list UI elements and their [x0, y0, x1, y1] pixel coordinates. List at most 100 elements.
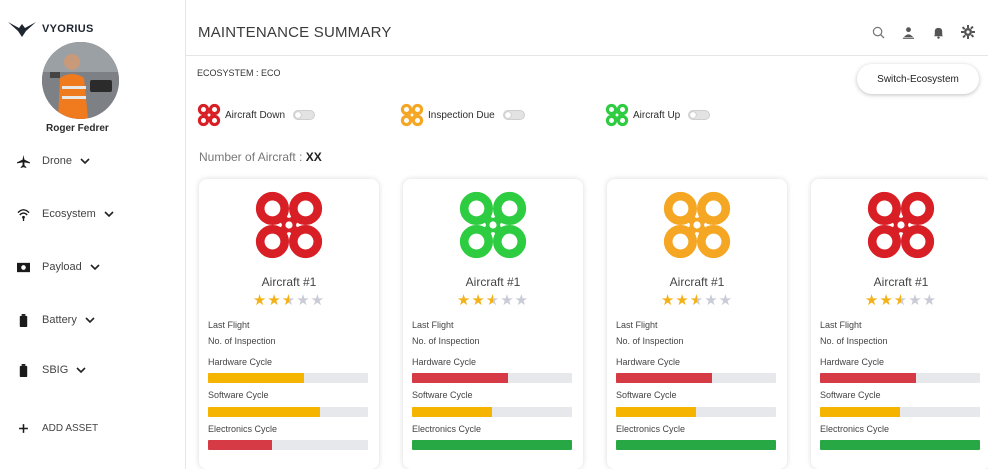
cycle-label: Hardware Cycle — [412, 357, 477, 367]
star-icon: ★ — [456, 292, 472, 309]
star-icon: ★ — [879, 292, 894, 309]
user-name: Roger Fedrer — [46, 123, 109, 134]
plus-icon — [16, 421, 30, 435]
sidebar-item-sbig[interactable]: SBIG — [16, 362, 86, 378]
star-icon: ★ — [310, 292, 326, 309]
sidebar-item-drone[interactable]: Drone — [16, 153, 90, 169]
cycle-progress-fill — [820, 440, 980, 450]
sidebar: VYORIUS Roger Fedrer Drone Ecosystem Pay… — [0, 0, 186, 469]
sidebar-item-label: ADD ASSET — [42, 422, 99, 434]
legend-label: Aircraft Up — [633, 109, 681, 121]
star-icon: ★ — [296, 292, 311, 309]
legend-aircraft-up: Aircraft Up — [605, 103, 711, 127]
sidebar-item-add-asset[interactable]: ADD ASSET — [16, 420, 98, 436]
cycle-progress-bar — [820, 440, 980, 450]
ecosystem-label: ECOSYSTEM : ECO — [197, 68, 281, 78]
cycle-progress-bar — [616, 373, 776, 383]
sidebar-item-label: Battery — [42, 314, 77, 326]
cycle-progress-bar — [412, 407, 572, 417]
star-rating: ★★★★★ — [403, 291, 583, 309]
cycle-label: Software Cycle — [412, 390, 473, 400]
aircraft-down-toggle[interactable] — [293, 110, 316, 120]
cycle-progress-fill — [616, 440, 776, 450]
cycle-label: Electronics Cycle — [820, 424, 890, 434]
star-rating: ★★★★★ — [199, 291, 379, 309]
last-flight-label: Last Flight — [616, 320, 658, 330]
chevron-down-icon — [80, 158, 90, 165]
aircraft-card[interactable]: Aircraft #1 ★★★★★ Last Flight No. of Inspec… — [403, 179, 583, 469]
cycle-progress-fill — [820, 407, 900, 417]
cycle-label: Electronics Cycle — [412, 424, 482, 434]
star-rating: ★★★★★ — [811, 291, 988, 309]
sidebar-item-battery[interactable]: Battery — [16, 312, 95, 328]
aircraft-title: Aircraft #1 — [873, 275, 929, 289]
user-icon[interactable] — [900, 24, 916, 40]
inspection-count-label: No. of Inspection — [412, 336, 480, 346]
star-icon: ★ — [660, 292, 676, 309]
star-icon: ★ — [704, 292, 719, 309]
cycle-label: Hardware Cycle — [616, 357, 681, 367]
cycle-progress-bar — [616, 407, 776, 417]
cycle-progress-bar — [208, 407, 368, 417]
aircraft-card[interactable]: Aircraft #1 ★★★★★ Last Flight No. of Inspec… — [607, 179, 787, 469]
aircraft-title: Aircraft #1 — [261, 275, 317, 289]
cycle-progress-bar — [820, 373, 980, 383]
avatar[interactable] — [42, 42, 119, 119]
cycle-progress-bar — [208, 440, 368, 450]
search-icon[interactable] — [870, 24, 886, 40]
brand[interactable]: VYORIUS — [8, 20, 94, 38]
star-icon: ★ — [500, 292, 515, 309]
star-icon: ★ — [471, 292, 486, 309]
airplane-icon — [16, 154, 30, 168]
last-flight-label: Last Flight — [208, 320, 250, 330]
sidebar-item-label: Drone — [42, 155, 72, 167]
inspection-count-label: No. of Inspection — [820, 336, 888, 346]
last-flight-label: Last Flight — [820, 320, 862, 330]
sidebar-item-label: Ecosystem — [42, 208, 96, 220]
star-icon: ★ — [922, 292, 938, 309]
cycle-progress-bar — [616, 440, 776, 450]
star-icon: ★ — [485, 292, 501, 309]
cycle-progress-bar — [412, 373, 572, 383]
cycle-progress-fill — [412, 407, 492, 417]
cycle-progress-fill — [820, 373, 916, 383]
chevron-down-icon — [85, 317, 95, 324]
cycle-label: Software Cycle — [616, 390, 677, 400]
star-icon: ★ — [252, 292, 268, 309]
cycle-label: Electronics Cycle — [616, 424, 686, 434]
legend-aircraft-down: Aircraft Down — [197, 103, 316, 127]
aircraft-count-label: Number of Aircraft : — [199, 150, 306, 164]
header: MAINTENANCE SUMMARY — [186, 0, 988, 56]
cycle-progress-bar — [820, 407, 980, 417]
inspection-due-toggle[interactable] — [502, 110, 525, 120]
sidebar-item-label: Payload — [42, 261, 82, 273]
cycle-progress-bar — [412, 440, 572, 450]
sidebar-item-payload[interactable]: Payload — [16, 259, 100, 275]
chevron-down-icon — [90, 264, 100, 271]
aircraft-card[interactable]: Aircraft #1 ★★★★★ Last Flight No. of Inspec… — [199, 179, 379, 469]
drone-icon — [605, 103, 629, 127]
aircraft-count-value: XX — [305, 150, 322, 164]
star-icon: ★ — [893, 292, 909, 309]
camera-icon — [16, 260, 30, 274]
switch-ecosystem-button[interactable]: Switch-Ecosystem — [857, 64, 979, 94]
gear-icon[interactable] — [960, 24, 976, 40]
page-title: MAINTENANCE SUMMARY — [198, 24, 392, 41]
cycle-progress-bar — [208, 373, 368, 383]
cycle-label: Hardware Cycle — [820, 357, 885, 367]
legend-inspection-due: Inspection Due — [400, 103, 525, 127]
cycle-progress-fill — [208, 440, 272, 450]
cycle-label: Electronics Cycle — [208, 424, 278, 434]
drone-icon — [400, 103, 424, 127]
brand-name: VYORIUS — [42, 23, 94, 35]
chevron-down-icon — [76, 367, 86, 374]
bell-icon[interactable] — [930, 24, 946, 40]
cycle-progress-fill — [616, 373, 712, 383]
star-icon: ★ — [718, 292, 734, 309]
star-icon: ★ — [908, 292, 923, 309]
sidebar-item-ecosystem[interactable]: Ecosystem — [16, 206, 114, 222]
star-icon: ★ — [689, 292, 705, 309]
aircraft-card[interactable]: Aircraft #1 ★★★★★ Last Flight No. of Inspec… — [811, 179, 988, 469]
aircraft-up-toggle[interactable] — [688, 110, 711, 120]
legend-label: Inspection Due — [428, 109, 495, 121]
